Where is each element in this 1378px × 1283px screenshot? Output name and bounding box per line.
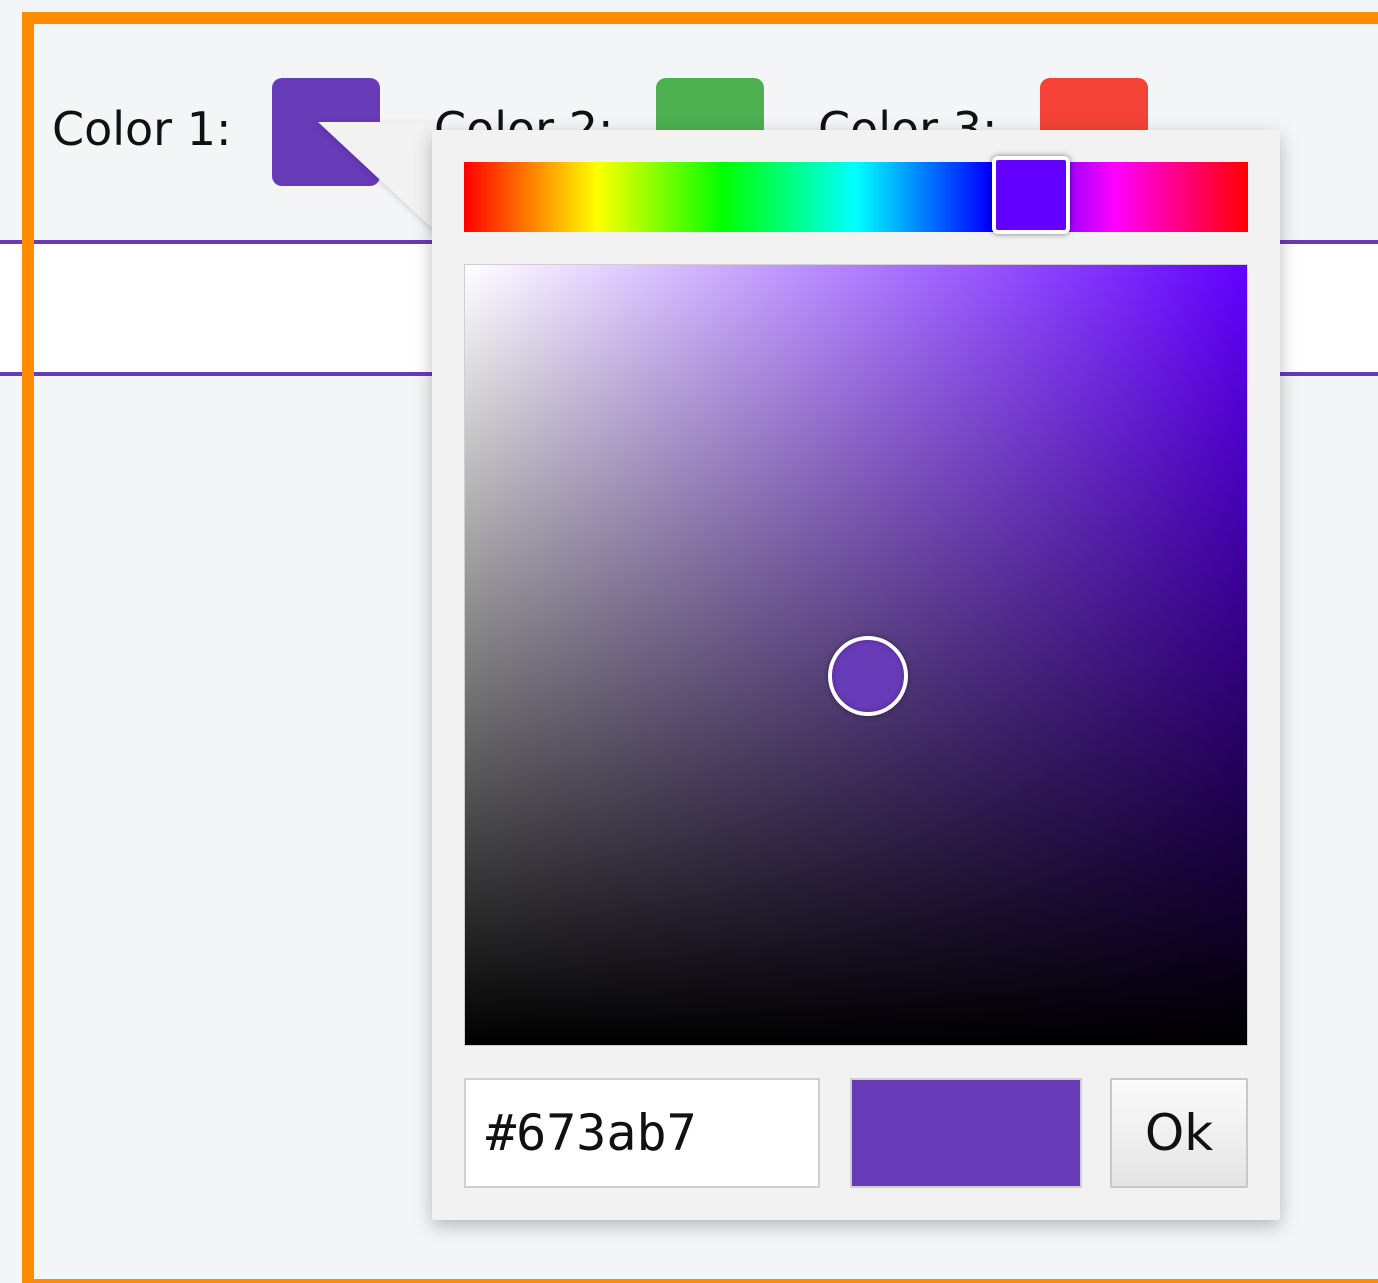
ok-button[interactable]: Ok bbox=[1110, 1078, 1248, 1188]
page: Color 1: Color 2: Color 3: Ok bbox=[0, 0, 1378, 1283]
focus-frame-bottom bbox=[22, 1279, 1378, 1283]
color-1-label: Color 1: bbox=[52, 102, 232, 156]
focus-frame-left bbox=[22, 12, 34, 1283]
color-preview bbox=[850, 1078, 1082, 1188]
hex-input[interactable] bbox=[464, 1078, 820, 1188]
focus-frame-top bbox=[22, 12, 1378, 24]
saturation-value-cursor[interactable] bbox=[828, 636, 908, 716]
hue-slider[interactable] bbox=[464, 162, 1248, 232]
popup-pointer bbox=[318, 122, 436, 232]
hue-slider-thumb[interactable] bbox=[992, 156, 1070, 234]
